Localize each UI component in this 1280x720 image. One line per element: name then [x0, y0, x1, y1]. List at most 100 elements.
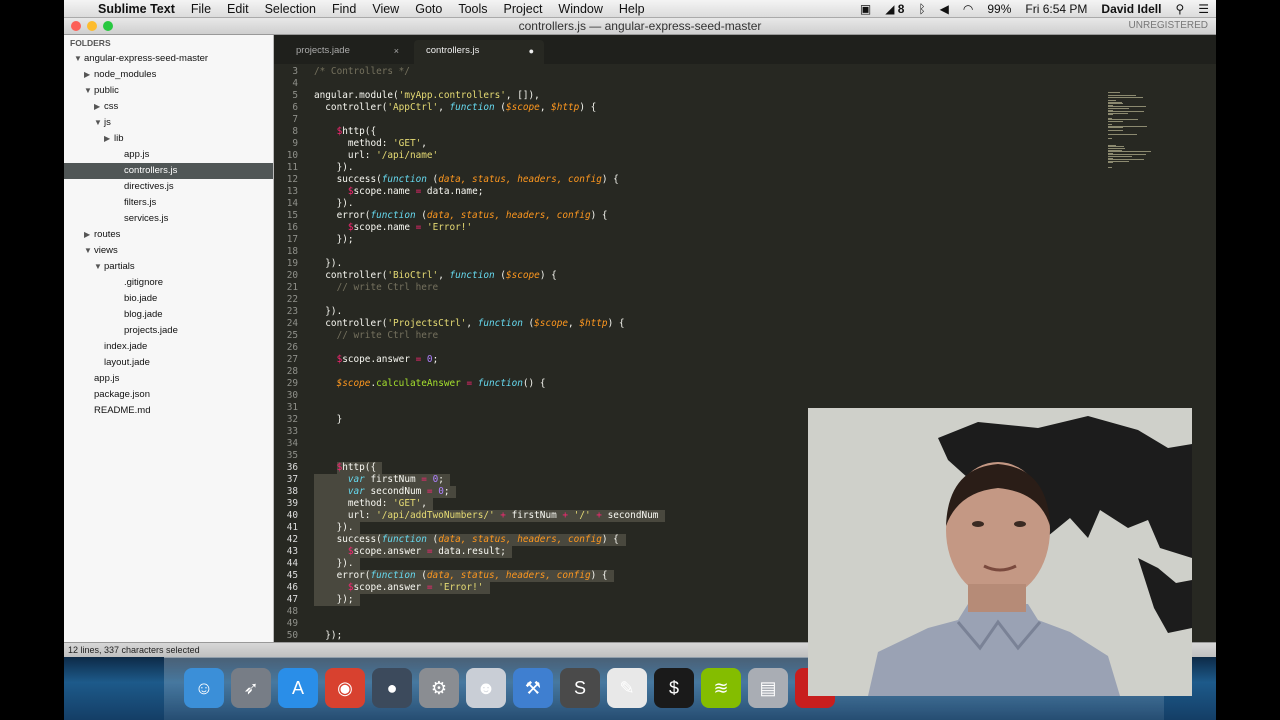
code-line[interactable]: $scope.name = data.name; [314, 186, 484, 198]
tab-projects-jade[interactable]: projects.jade × [284, 40, 409, 64]
tree-file[interactable]: app.js [64, 147, 273, 163]
minimap[interactable] [1106, 92, 1166, 172]
database-icon[interactable]: ▤ [748, 668, 788, 708]
camera-icon[interactable]: ▣ [853, 2, 878, 16]
code-line[interactable]: $http({ [314, 462, 377, 474]
code-line[interactable]: controller('ProjectsCtrl', function ($sc… [314, 318, 624, 330]
tree-folder[interactable]: ▶ css [64, 99, 273, 115]
menu-goto[interactable]: Goto [407, 2, 450, 16]
user-menu[interactable]: David Idell [1094, 2, 1168, 16]
tab-close-icon[interactable]: × [394, 40, 399, 62]
disclosure-open-icon[interactable]: ▼ [84, 243, 92, 259]
tree-folder[interactable]: ▼ views [64, 243, 273, 259]
disclosure-closed-icon[interactable]: ▶ [104, 131, 110, 147]
disclosure-open-icon[interactable]: ▼ [74, 51, 82, 67]
bluetooth-icon[interactable]: ᛒ [911, 2, 932, 16]
code-line[interactable]: url: '/api/addTwoNumbers/' + firstNum + … [314, 510, 659, 522]
disclosure-open-icon[interactable]: ▼ [94, 115, 102, 131]
tree-folder[interactable]: ▼ angular-express-seed-master [64, 51, 273, 67]
notification-center-icon[interactable]: ☰ [1191, 2, 1216, 16]
menu-edit[interactable]: Edit [219, 2, 257, 16]
tree-folder[interactable]: ▼ js [64, 115, 273, 131]
system-preferences-icon[interactable]: ⚙ [419, 668, 459, 708]
menu-find[interactable]: Find [324, 2, 364, 16]
battery-status[interactable]: 99% [980, 2, 1018, 16]
tree-file[interactable]: services.js [64, 211, 273, 227]
code-line[interactable]: $scope.calculateAnswer = function() { [314, 378, 546, 390]
code-line[interactable]: }); [314, 630, 342, 642]
code-line[interactable]: method: 'GET', [314, 498, 427, 510]
disclosure-closed-icon[interactable]: ▶ [84, 67, 90, 83]
spotlight-search-icon[interactable]: ⚲ [1168, 2, 1191, 16]
code-line[interactable]: // write Ctrl here [314, 330, 439, 342]
code-line[interactable]: /* Controllers */ [314, 66, 410, 78]
tree-file[interactable]: filters.js [64, 195, 273, 211]
tree-folder[interactable]: ▼ partials [64, 259, 273, 275]
chrome-icon[interactable]: ◉ [325, 668, 365, 708]
webcam-app-icon[interactable]: ● [372, 668, 412, 708]
code-line[interactable]: controller('BioCtrl', function ($scope) … [314, 270, 556, 282]
tree-file[interactable]: index.jade [64, 339, 273, 355]
code-line[interactable]: var firstNum = 0; [314, 474, 444, 486]
wifi-icon[interactable]: ◠ [956, 2, 980, 16]
tree-folder[interactable]: ▼ public [64, 83, 273, 99]
code-line[interactable]: }); [314, 594, 354, 606]
menu-help[interactable]: Help [611, 2, 653, 16]
xcode-icon[interactable]: ⚒ [513, 668, 553, 708]
code-line[interactable]: }). [314, 558, 354, 570]
unsaved-dot-icon[interactable]: ● [529, 40, 534, 62]
tree-file[interactable]: README.md [64, 403, 273, 419]
tree-file[interactable]: .gitignore [64, 275, 273, 291]
tree-file[interactable]: layout.jade [64, 355, 273, 371]
menu-file[interactable]: File [183, 2, 219, 16]
evernote-icon[interactable]: ✎ [607, 668, 647, 708]
terminal-icon[interactable]: $ [654, 668, 694, 708]
tree-file[interactable]: controllers.js [64, 163, 273, 179]
spotify-icon[interactable]: ≋ [701, 668, 741, 708]
code-line[interactable]: }). [314, 306, 342, 318]
disclosure-closed-icon[interactable]: ▶ [84, 227, 90, 243]
code-line[interactable]: } [314, 414, 343, 426]
menu-window[interactable]: Window [550, 2, 610, 16]
app-store-icon[interactable]: A [278, 668, 318, 708]
tree-folder[interactable]: ▶ lib [64, 131, 273, 147]
disclosure-open-icon[interactable]: ▼ [84, 83, 92, 99]
code-line[interactable]: }); [314, 234, 354, 246]
menu-selection[interactable]: Selection [257, 2, 324, 16]
clock[interactable]: Fri 6:54 PM [1018, 2, 1094, 16]
code-line[interactable]: $scope.answer = 0; [314, 354, 439, 366]
menu-project[interactable]: Project [496, 2, 551, 16]
menu-view[interactable]: View [364, 2, 407, 16]
code-line[interactable]: success(function (data, status, headers,… [314, 534, 619, 546]
code-line[interactable]: angular.module('myApp.controllers', []), [314, 90, 540, 102]
code-line[interactable]: error(function (data, status, headers, c… [314, 210, 608, 222]
tree-file[interactable]: projects.jade [64, 323, 273, 339]
code-line[interactable]: }). [314, 162, 354, 174]
code-line[interactable]: success(function (data, status, headers,… [314, 174, 619, 186]
tree-file[interactable]: bio.jade [64, 291, 273, 307]
code-line[interactable]: error(function (data, status, headers, c… [314, 570, 608, 582]
tree-file[interactable]: app.js [64, 371, 273, 387]
code-line[interactable]: $http({ [314, 126, 377, 138]
code-line[interactable]: $scope.name = 'Error!' [314, 222, 472, 234]
code-line[interactable]: $scope.answer = 'Error!' [314, 582, 484, 594]
code-line[interactable]: }). [314, 198, 354, 210]
code-line[interactable]: }). [314, 522, 354, 534]
disclosure-open-icon[interactable]: ▼ [94, 259, 102, 275]
developer-app-icon[interactable]: ☻ [466, 668, 506, 708]
tree-file[interactable]: blog.jade [64, 307, 273, 323]
code-line[interactable]: controller('AppCtrl', function ($scope, … [314, 102, 596, 114]
tree-file[interactable]: package.json [64, 387, 273, 403]
code-line[interactable]: $scope.answer = data.result; [314, 546, 506, 558]
tree-folder[interactable]: ▶ routes [64, 227, 273, 243]
tab-controllers-js[interactable]: controllers.js ● [414, 40, 544, 64]
notifications-indicator[interactable]: ◢ 8 [878, 2, 911, 16]
menu-tools[interactable]: Tools [450, 2, 495, 16]
code-line[interactable]: method: 'GET', [314, 138, 427, 150]
disclosure-closed-icon[interactable]: ▶ [94, 99, 100, 115]
code-line[interactable]: var secondNum = 0; [314, 486, 450, 498]
finder-icon[interactable]: ☺ [184, 668, 224, 708]
tree-folder[interactable]: ▶ node_modules [64, 67, 273, 83]
tree-file[interactable]: directives.js [64, 179, 273, 195]
launchpad-icon[interactable]: ➶ [231, 668, 271, 708]
